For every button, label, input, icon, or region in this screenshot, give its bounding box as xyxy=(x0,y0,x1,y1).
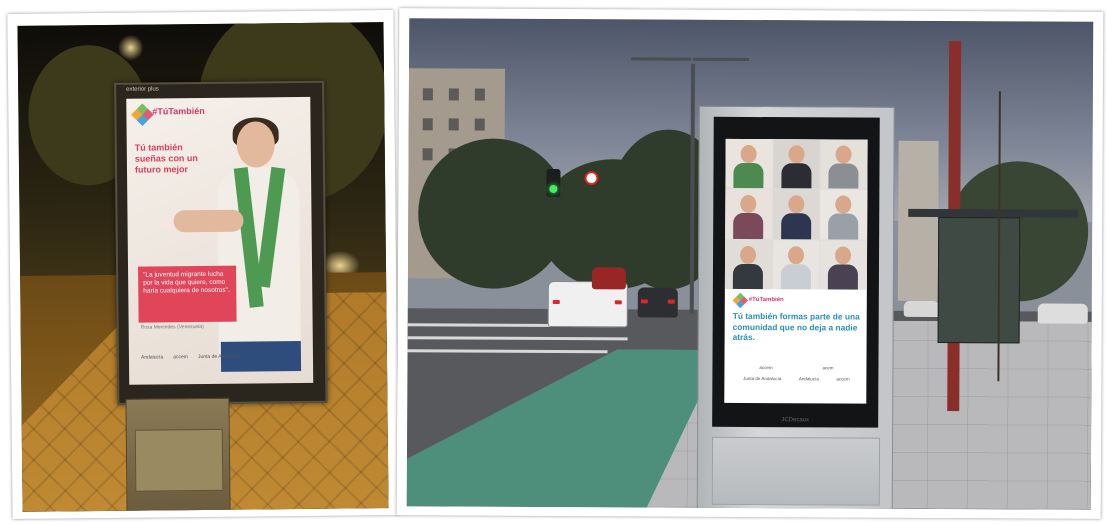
street-lamp-light xyxy=(117,34,144,61)
advert-brand-strip: exterior plus xyxy=(126,86,159,93)
portrait-photo xyxy=(773,139,820,189)
kiosk-brand-label: JCDecaux xyxy=(781,417,810,424)
sponsor-logo: Andalucía xyxy=(140,354,164,361)
advert-hashtag: #TúTambién xyxy=(152,105,205,117)
kiosk-lower-panel xyxy=(711,436,881,506)
portrait-photo xyxy=(725,138,773,189)
campaign-logo-icon xyxy=(732,292,749,309)
advert-headline: Tú también sueñas con un futuro mejor xyxy=(134,142,198,175)
sponsor-logo: acem xyxy=(822,365,834,371)
sponsor-logo: Junta de Andalucía xyxy=(197,353,241,361)
photo-right-content: #TúTambién Tú también formas parte de un… xyxy=(406,18,1094,510)
no-turn-sign-icon xyxy=(584,171,599,186)
kiosk-screen-frame: #TúTambién Tú también formas parte de un… xyxy=(712,116,880,428)
dark-car xyxy=(637,287,678,318)
sponsor-logo: Junta de Andalucía xyxy=(743,375,782,382)
shelter-wall xyxy=(937,216,1021,344)
campaign-logo-icon xyxy=(131,103,154,126)
advert-hashtag: #TúTambién xyxy=(748,296,784,304)
traffic-light xyxy=(546,168,561,198)
sponsor-logo: accem xyxy=(173,354,188,361)
advert-poster: #TúTambién Tú también sueñas con un futu… xyxy=(126,96,314,385)
streetlight-arm xyxy=(631,57,692,61)
advert-quote-box: "La juventud migrante lucha por la vida … xyxy=(138,265,237,323)
portrait-grid xyxy=(724,138,868,290)
portrait-photo xyxy=(725,189,773,239)
advert-quote-author: Rosa Mercedes (Venezuela) xyxy=(140,323,204,331)
digital-advert-kiosk: #TúTambién Tú también formas parte de un… xyxy=(696,105,895,510)
red-car xyxy=(591,267,626,290)
portrait-photo xyxy=(820,189,868,240)
sponsor-logo: accem xyxy=(759,365,773,371)
green-light-icon xyxy=(549,184,558,193)
portrait-photo xyxy=(772,239,820,290)
portrait-photo xyxy=(772,189,820,240)
photo-night-street-advert: exterior plus #TúTambién Tú también sueñ… xyxy=(7,9,399,520)
sponsor-logo: Andalucía xyxy=(798,376,819,382)
kiosk-advert-poster: #TúTambién Tú también formas parte de un… xyxy=(724,138,868,404)
portrait-photo xyxy=(820,240,868,290)
bus-shelter xyxy=(908,208,1079,350)
advert-sponsor-logos: accem acem Junta de Andalucía Andalucía … xyxy=(734,365,858,388)
photo-dusk-street-kiosk: #TúTambién Tú también formas parte de un… xyxy=(396,8,1104,519)
stand-base-panel xyxy=(134,428,224,492)
sponsor-logo: accem xyxy=(836,376,850,382)
streetlight-arm xyxy=(693,57,750,61)
portrait-photo xyxy=(820,139,868,189)
advert-headline: Tú también formas parte de una comunidad… xyxy=(732,310,860,343)
photo-left-content: exterior plus #TúTambién Tú también sueñ… xyxy=(17,22,389,512)
advert-stand-base xyxy=(125,397,231,512)
poster-woman-figure xyxy=(173,117,310,372)
portrait-photo xyxy=(724,239,772,290)
advert-sponsor-logos: Andalucía accem Junta de Andalucía xyxy=(141,353,301,367)
advert-panel-frame: exterior plus #TúTambién Tú también sueñ… xyxy=(114,80,328,405)
